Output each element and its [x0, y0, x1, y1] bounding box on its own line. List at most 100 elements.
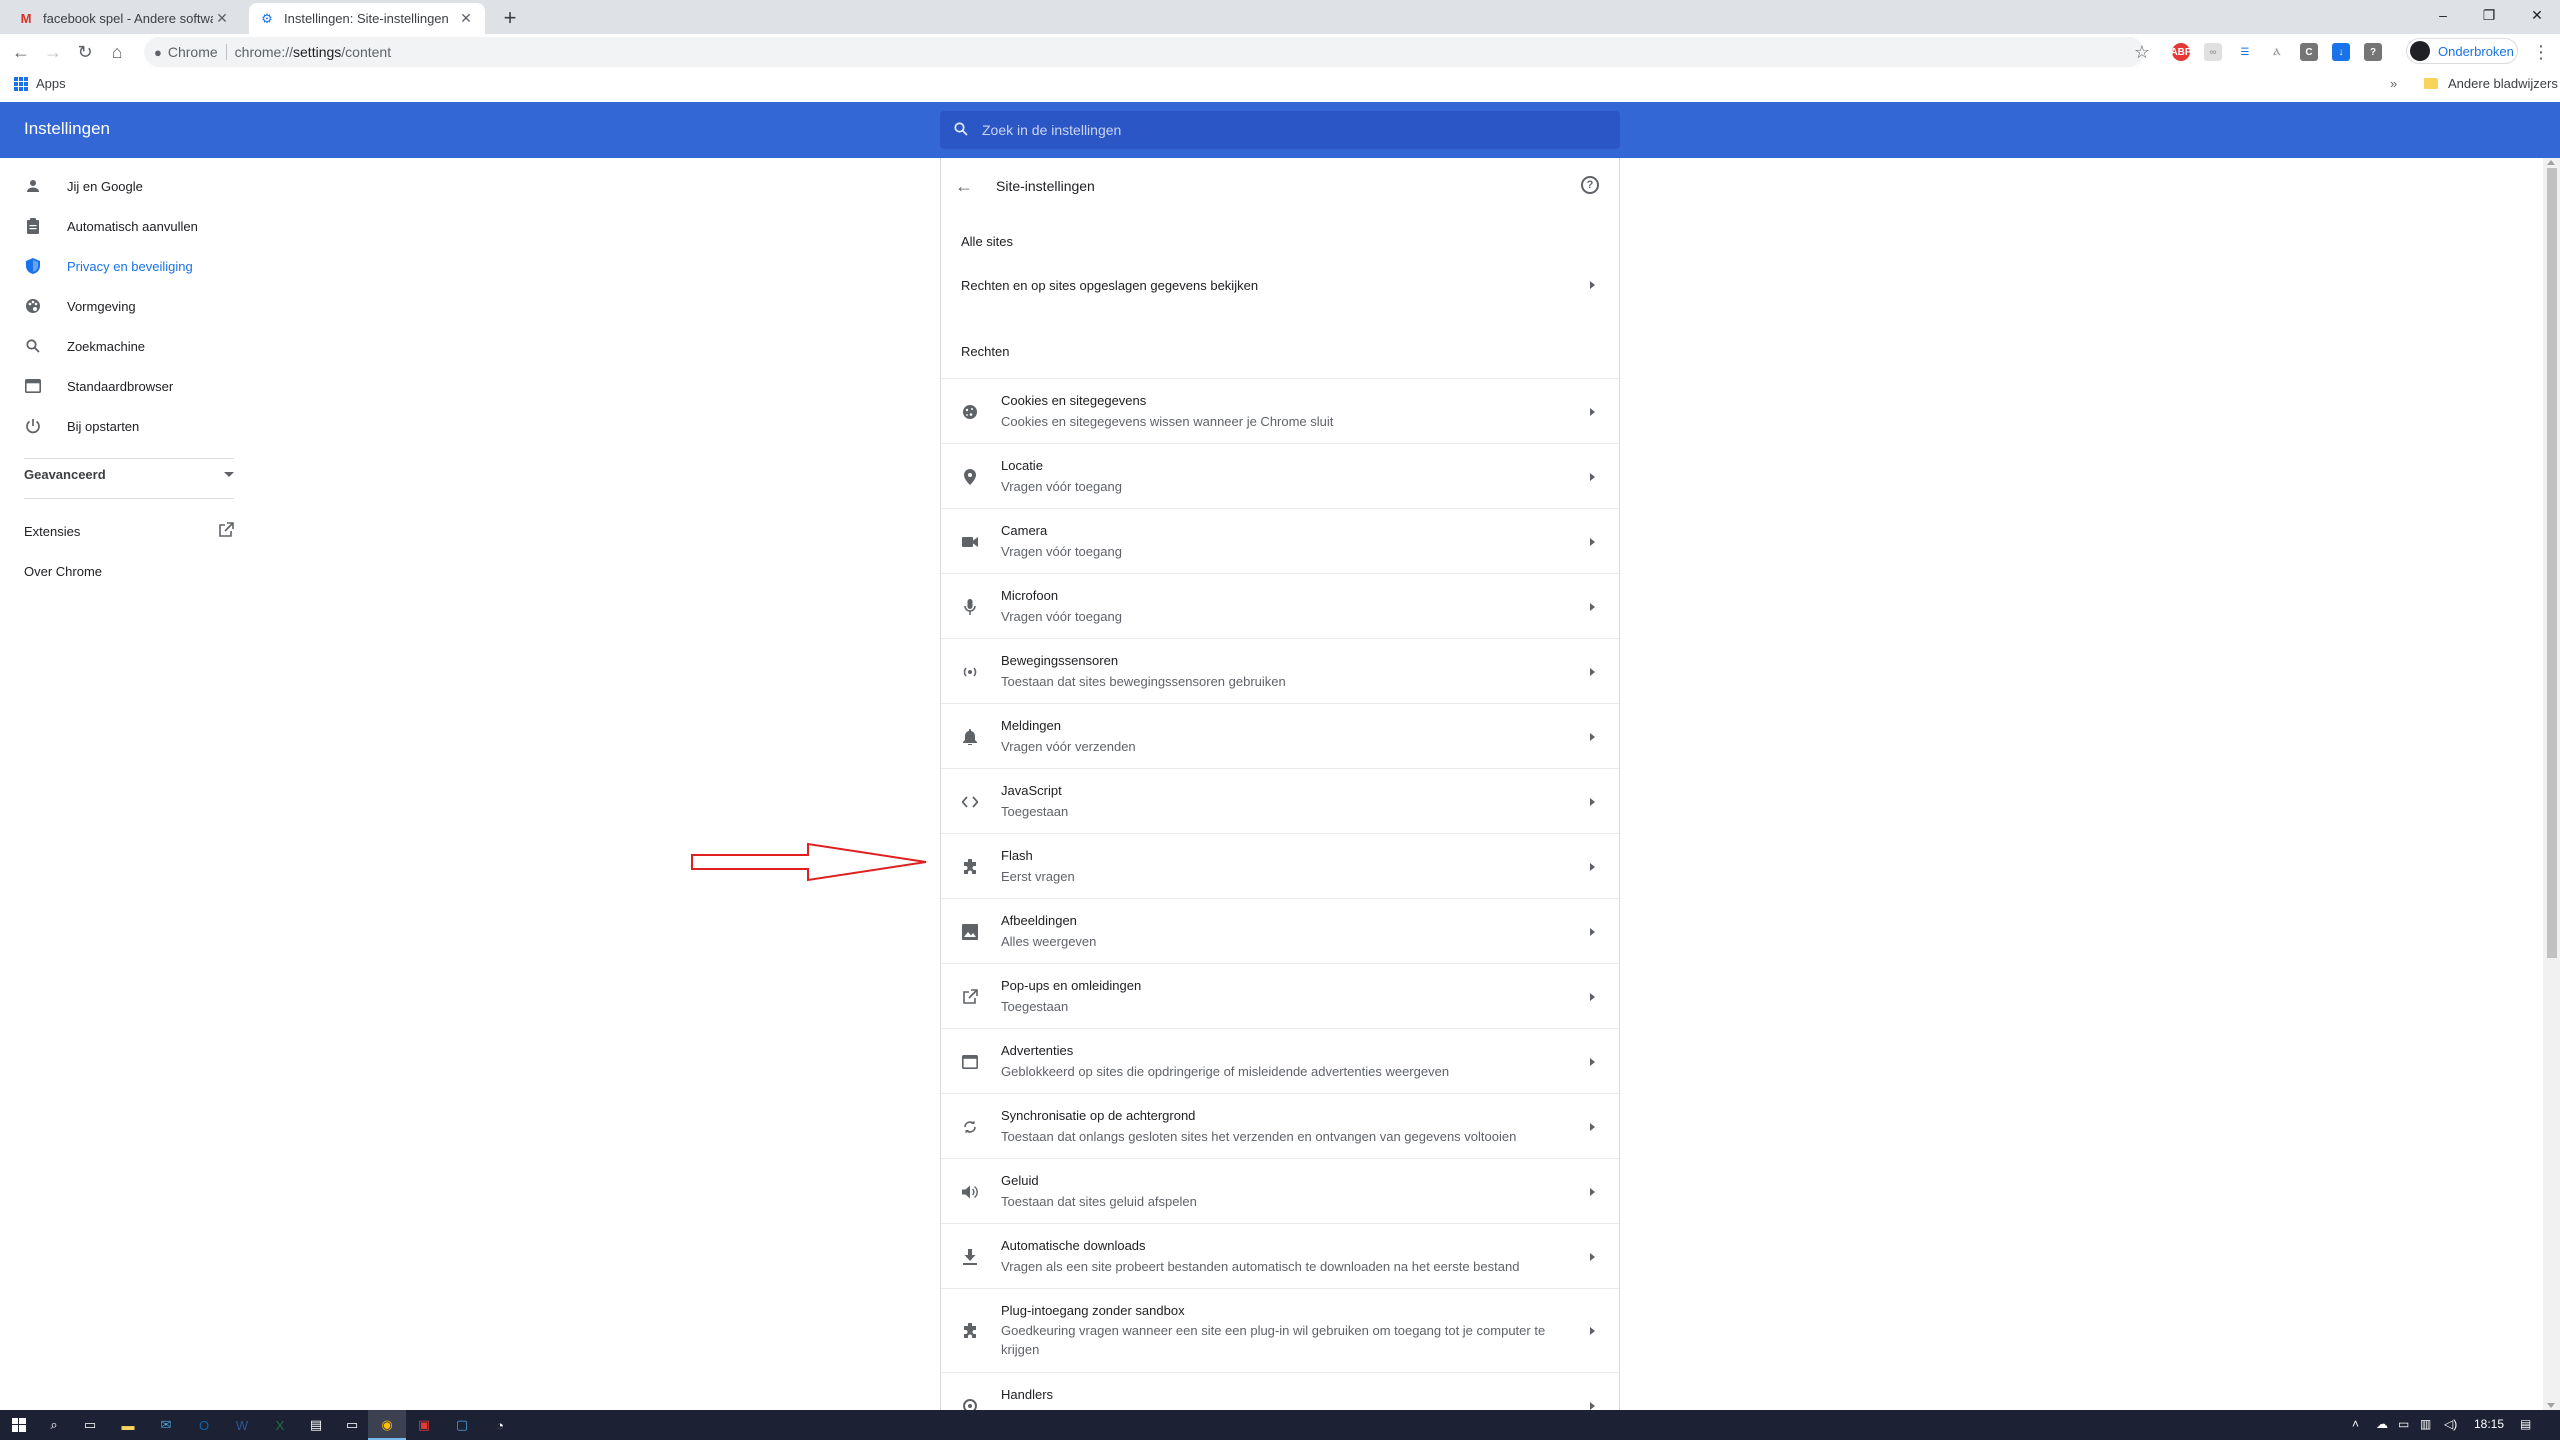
menu-kebab-icon[interactable]: ⋮	[2529, 40, 2553, 64]
arrow-right-icon	[1590, 1188, 1595, 1196]
tab-title: facebook spel - Andere software	[43, 11, 213, 26]
permission-row-javascript[interactable]: JavaScript Toegestaan	[941, 768, 1619, 833]
profile-status-label: Onderbroken	[2438, 43, 2514, 59]
back-arrow-icon[interactable]: ←	[955, 176, 973, 197]
apps-bookmark[interactable]: Apps	[14, 76, 66, 91]
app-icon[interactable]: ▣	[414, 1415, 434, 1435]
home-icon[interactable]: ⌂	[105, 40, 129, 64]
sidebar-item-over-chrome[interactable]: Over Chrome	[24, 564, 102, 579]
adblock-extension-icon[interactable]: ABP	[2170, 43, 2192, 61]
extension-icon[interactable]: ☰	[2236, 43, 2254, 61]
permission-row-flash[interactable]: Flash Eerst vragen	[941, 833, 1619, 898]
site-settings-card: ← Site-instellingen ? Alle sites Rechten…	[940, 158, 1620, 1410]
bookmark-star-icon[interactable]: ☆	[2130, 40, 2154, 64]
app-icon[interactable]: ▭	[342, 1415, 362, 1435]
extension-icon[interactable]: C	[2300, 43, 2318, 61]
camera-icon	[961, 533, 979, 551]
permission-row-bewegingssensoren[interactable]: Bewegingssensoren Toestaan dat sites bewe…	[941, 638, 1619, 703]
download-extension-icon[interactable]: ↓	[2332, 43, 2350, 61]
speaker-icon	[961, 1183, 979, 1201]
divider	[24, 498, 234, 499]
tray-chevron-up-icon[interactable]: ˄	[2352, 1417, 2359, 1431]
other-bookmarks[interactable]: Andere bladwijzers	[2424, 76, 2558, 91]
extension-icon[interactable]: ∞	[2204, 43, 2222, 61]
arrow-right-icon	[1590, 863, 1595, 871]
extension-icon[interactable]: ?	[2364, 43, 2382, 61]
scroll-down-icon[interactable]	[2547, 1403, 2555, 1408]
address-bar[interactable]: ● Chrome chrome://settings/content	[144, 37, 2144, 67]
taskbar-clock[interactable]: 18:15	[2474, 1417, 2504, 1431]
permission-row-afbeeldingen[interactable]: Afbeeldingen Alles weergeven	[941, 898, 1619, 963]
arrow-right-icon	[1590, 733, 1595, 741]
onedrive-icon[interactable]: ☁	[2376, 1417, 2388, 1431]
permission-row-geluid[interactable]: Geluid Toestaan dat sites geluid afspelen	[941, 1158, 1619, 1223]
arrow-right-icon	[1590, 538, 1595, 546]
tab-close-icon[interactable]: ✕	[457, 10, 475, 28]
app-icon[interactable]: ▢	[452, 1415, 472, 1435]
settings-search-input[interactable]: Zoek in de instellingen	[940, 111, 1620, 149]
restore-button[interactable]: ❐	[2466, 0, 2512, 30]
file-explorer-icon[interactable]: ▬	[118, 1415, 138, 1435]
permission-status: Alles weergeven	[1001, 934, 1097, 949]
permission-row-automatische-downloads[interactable]: Automatische downloads Vragen als een sit…	[941, 1223, 1619, 1288]
apps-grid-icon	[14, 76, 28, 91]
forward-arrow-icon[interactable]: →	[41, 40, 65, 64]
search-icon[interactable]: ⌕	[44, 1415, 64, 1435]
chrome-icon[interactable]: ◉	[377, 1415, 397, 1435]
permission-row-handlers[interactable]: Handlers	[941, 1372, 1619, 1410]
tab-close-icon[interactable]: ✕	[213, 10, 231, 28]
sidebar-item-zoekmachine[interactable]: Zoekmachine	[0, 328, 250, 364]
permission-row-meldingen[interactable]: Meldingen Vragen vóór verzenden	[941, 703, 1619, 768]
permission-row-microfoon[interactable]: Microfoon Vragen vóór toegang	[941, 573, 1619, 638]
permission-name: Plug-intoegang zonder sandbox	[1001, 1303, 1185, 1318]
puzzle-icon	[961, 1322, 979, 1340]
permission-row-pop-ups-en-omleidingen[interactable]: Pop-ups en omleidingen Toegestaan	[941, 963, 1619, 1028]
minimize-button[interactable]: –	[2420, 0, 2466, 30]
profile-button[interactable]: Onderbroken	[2406, 38, 2518, 64]
permission-row-synchronisatie-op-de-achtergrond[interactable]: Synchronisatie op de achtergrond Toestaan…	[941, 1093, 1619, 1158]
word-icon[interactable]: W	[232, 1415, 252, 1435]
sidebar-item-vormgeving[interactable]: Vormgeving	[0, 288, 250, 324]
permission-row-camera[interactable]: Camera Vragen vóór toegang	[941, 508, 1619, 573]
sidebar-item-bij-opstarten[interactable]: Bij opstarten	[0, 408, 250, 444]
permission-status: Toestaan dat onlangs gesloten sites het …	[1001, 1129, 1517, 1144]
sidebar-item-privacy-en-beveiliging[interactable]: Privacy en beveiliging	[0, 248, 250, 284]
page-scrollbar[interactable]	[2543, 158, 2560, 1410]
mail-icon[interactable]: ✉	[156, 1415, 176, 1435]
permission-row-locatie[interactable]: Locatie Vragen vóór toegang	[941, 443, 1619, 508]
scrollbar-thumb[interactable]	[2547, 168, 2557, 958]
app-icon[interactable]: ◔	[490, 1415, 510, 1435]
sidebar-item-standaardbrowser[interactable]: Standaardbrowser	[0, 368, 250, 404]
task-view-icon[interactable]: ▭	[80, 1415, 100, 1435]
excel-icon[interactable]: X	[270, 1415, 290, 1435]
back-arrow-icon[interactable]: ←	[9, 40, 33, 64]
permission-status: Geblokkeerd op sites die opdringerige of…	[1001, 1064, 1450, 1079]
notifications-icon[interactable]: ▤	[2520, 1417, 2531, 1431]
advanced-section-toggle[interactable]: Geavanceerd	[24, 467, 234, 482]
apps-label: Apps	[36, 76, 66, 91]
sidebar-item-extensies[interactable]: Extensies	[24, 522, 234, 539]
permission-row-cookies-en-sitegegevens[interactable]: Cookies en sitegegevens Cookies en sitege…	[941, 378, 1619, 443]
tab-facebook-spel[interactable]: M facebook spel - Andere software ✕	[8, 3, 241, 34]
permission-row-advertenties[interactable]: Advertenties Geblokkeerd op sites die opd…	[941, 1028, 1619, 1093]
scroll-up-icon[interactable]	[2547, 160, 2555, 165]
all-sites-row[interactable]: Rechten en op sites opgeslagen gegevens …	[941, 261, 1619, 309]
reload-icon[interactable]: ↻	[73, 40, 97, 64]
help-icon[interactable]: ?	[1581, 176, 1599, 194]
chevron-down-icon	[224, 472, 234, 477]
bookmarks-overflow-icon[interactable]: »	[2390, 76, 2397, 91]
battery-icon[interactable]: ▭	[2398, 1417, 2409, 1431]
permission-name: Pop-ups en omleidingen	[1001, 978, 1142, 993]
close-window-button[interactable]: ✕	[2514, 0, 2560, 30]
sidebar-item-automatisch-aanvullen[interactable]: Automatisch aanvullen	[0, 208, 250, 244]
windows-start-icon[interactable]	[9, 1415, 29, 1435]
extension-icon[interactable]: Ⲁ	[2268, 43, 2286, 61]
network-icon[interactable]: ▥	[2420, 1417, 2431, 1431]
volume-icon[interactable]: ◁)	[2444, 1417, 2457, 1431]
outlook-icon[interactable]: O	[194, 1415, 214, 1435]
permission-row-plug-intoegang-zonder-sandbox[interactable]: Plug-intoegang zonder sandbox Goedkeuring…	[941, 1288, 1619, 1372]
sidebar-item-jij-en-google[interactable]: Jij en Google	[0, 168, 250, 204]
tab-settings[interactable]: ⚙ Instellingen: Site-instellingen ✕	[249, 3, 485, 34]
calculator-icon[interactable]: ▤	[306, 1415, 326, 1435]
new-tab-button[interactable]: +	[498, 5, 522, 30]
